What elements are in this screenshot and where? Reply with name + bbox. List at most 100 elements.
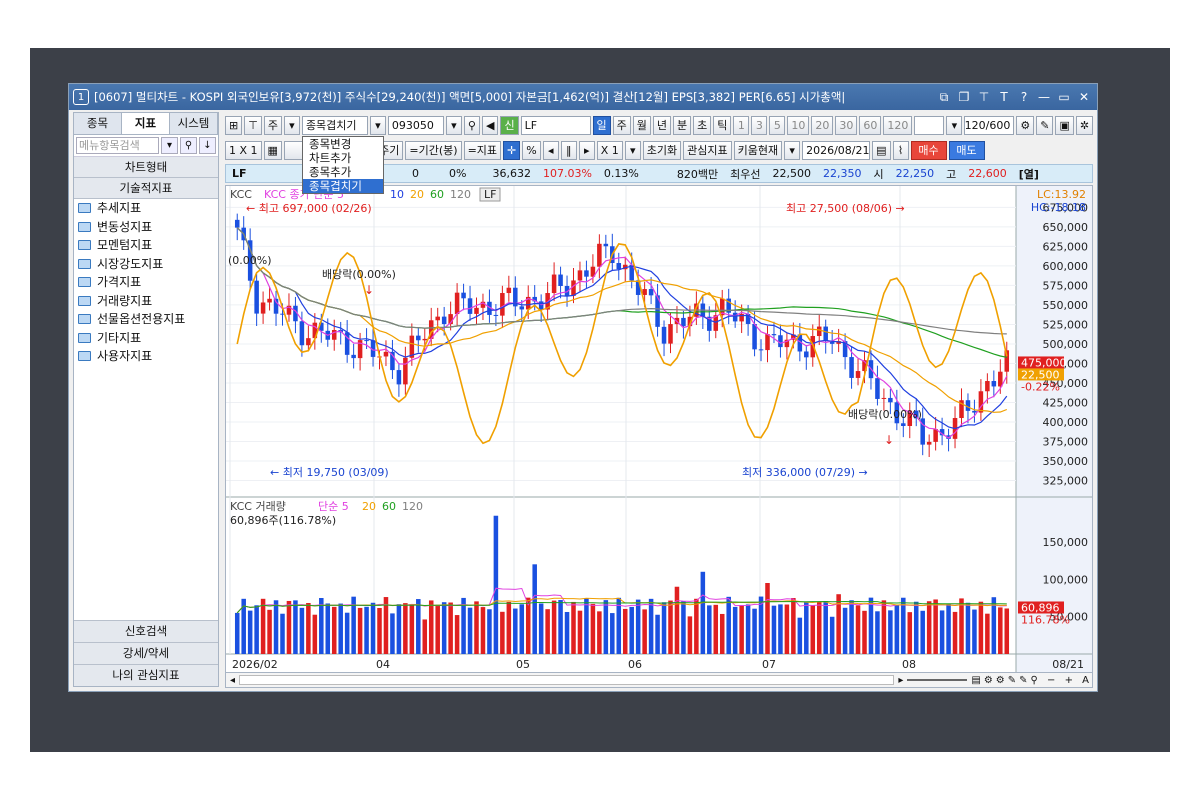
period-year[interactable]: 년 <box>652 115 672 135</box>
count-arrow-icon[interactable]: ▾ <box>946 115 963 135</box>
indicator-item[interactable]: 변동성지표 <box>74 218 218 237</box>
scroll-right-icon[interactable]: ▸ <box>898 675 903 686</box>
kiwoom-arrow-icon[interactable]: ▾ <box>784 140 801 160</box>
search-icon[interactable]: ⚲ <box>180 137 197 154</box>
interval-3[interactable]: 3 <box>751 115 768 135</box>
code-arrow-icon[interactable]: ▾ <box>445 115 462 135</box>
calendar-icon[interactable]: ▤ <box>872 140 891 160</box>
zoom-select[interactable]: X 1 <box>596 140 623 160</box>
volume-bar <box>403 603 408 654</box>
zoom-arrow-icon[interactable]: ▾ <box>624 140 641 160</box>
kiwoom-current-button[interactable]: 키움현재 <box>733 140 783 160</box>
my-indicators-button[interactable]: 나의 관심지표 <box>74 664 218 686</box>
chart-layout-icon[interactable]: ⊞ <box>225 115 243 135</box>
interval-60[interactable]: 60 <box>859 115 882 135</box>
indicator-item[interactable]: 사용자지표 <box>74 347 218 366</box>
dropdown-arrow-icon[interactable]: ▾ <box>161 137 178 154</box>
help-icon[interactable]: ? <box>1017 90 1031 105</box>
layout-select[interactable]: 1 X 1 <box>225 140 262 160</box>
indicator-item[interactable]: 모멘텀지표 <box>74 236 218 255</box>
settings-grid-icon[interactable]: ⚙ <box>1016 115 1035 135</box>
grid-icon[interactable]: ▦ <box>263 140 282 160</box>
dropdown-item-add-stock[interactable]: 종목추가 <box>303 165 383 179</box>
chart-area[interactable]: 675,000 650,000 625,000 600,000 575,000 550,0… <box>225 185 1093 675</box>
volume-legend: KCC 거래량 <box>230 500 286 513</box>
sell-button[interactable]: 매도 <box>948 140 985 160</box>
indicator-item[interactable]: 시장강도지표 <box>74 255 218 274</box>
crosshair-icon[interactable]: ✛ <box>503 140 521 160</box>
title-bar[interactable]: 1 [0607] 멀티차트 - KOSPI 외국인보유[3,972(천)] 주식… <box>69 84 1097 110</box>
signal-search-button[interactable]: 신호검색 <box>74 620 218 642</box>
overlay-tag: LF <box>484 188 496 201</box>
dropdown-item-change[interactable]: 종목변경 <box>303 137 383 151</box>
period-minute[interactable]: 분 <box>673 115 692 135</box>
down-arrow-icon[interactable]: ↓ <box>199 137 216 154</box>
combo-arrow-icon[interactable]: ▾ <box>369 115 386 135</box>
copy-icon[interactable]: ❐ <box>957 90 971 105</box>
menu-search-input[interactable]: 메뉴항목검색 <box>76 137 159 154</box>
indicator-item[interactable]: 거래량지표 <box>74 292 218 311</box>
pin-icon[interactable]: ⊤ <box>977 90 991 105</box>
interval-1[interactable]: 1 <box>733 115 750 135</box>
indicator-item[interactable]: 선물옵션전용지표 <box>74 310 218 329</box>
brush-icon[interactable]: ⌇ <box>892 140 909 160</box>
font-icon[interactable]: T <box>997 90 1011 105</box>
period-tick[interactable]: 틱 <box>713 115 732 135</box>
bar-count-input[interactable]: 120/600 <box>964 115 1015 135</box>
close-icon[interactable]: ✕ <box>1077 90 1091 105</box>
indicator-item[interactable]: 기타지표 <box>74 329 218 348</box>
reset-button[interactable]: 초기화 <box>642 140 682 160</box>
interval-120[interactable]: 120 <box>883 115 913 135</box>
next-icon[interactable]: ▸ <box>578 140 595 160</box>
stock-name-field[interactable]: LF <box>520 115 591 135</box>
prev-icon[interactable]: ◂ <box>542 140 559 160</box>
section-technical[interactable]: 기술적지표 <box>74 178 218 199</box>
percent-icon[interactable]: % <box>522 140 541 160</box>
scroll-track[interactable] <box>239 675 895 685</box>
section-chart-type[interactable]: 차트형태 <box>74 157 218 178</box>
stock-code-input[interactable]: 093050 <box>387 115 444 135</box>
volume-bar <box>551 600 557 654</box>
info-column-toggle[interactable]: [열] <box>1013 166 1045 182</box>
indicator-item[interactable]: 추세지표 <box>74 199 218 218</box>
period-month[interactable]: 월 <box>632 115 651 135</box>
interval-30[interactable]: 30 <box>835 115 858 135</box>
save-icon[interactable]: ▣ <box>1055 115 1074 135</box>
draw-tool-icon[interactable]: ✎ <box>1036 115 1054 135</box>
stock-action-combo[interactable]: 종목겹치기 <box>301 115 368 135</box>
sound-icon[interactable]: ◀︎ <box>481 115 499 135</box>
interval-custom-input[interactable] <box>914 115 945 135</box>
mode-select[interactable]: 주 <box>263 115 282 135</box>
search-icon[interactable]: ⚲ <box>463 115 480 135</box>
period-week[interactable]: 주 <box>612 115 631 135</box>
link-icon[interactable]: ⧉ <box>937 90 951 105</box>
gear-icon[interactable]: ✲ <box>1075 115 1094 135</box>
tool-icons[interactable]: ▤⚙⚙✎✎⚲ − + A <box>971 675 1092 686</box>
tab-stock[interactable]: 종목 <box>74 113 122 134</box>
maximize-icon[interactable]: ▭ <box>1057 90 1071 105</box>
interval-5[interactable]: 5 <box>769 115 786 135</box>
zoom-slider[interactable] <box>907 679 968 681</box>
indicator-item[interactable]: 가격지표 <box>74 273 218 292</box>
pin-toggle-icon[interactable]: ⊤ <box>244 115 262 135</box>
interval-10[interactable]: 10 <box>787 115 810 135</box>
indicator-button[interactable]: =지표 <box>463 140 502 160</box>
mode-arrow-icon[interactable]: ▾ <box>283 115 300 135</box>
range-button[interactable]: =기간(봉) <box>405 140 462 160</box>
tab-indicator[interactable]: 지표 <box>122 113 170 134</box>
new-badge[interactable]: 신 <box>500 115 519 135</box>
interval-20[interactable]: 20 <box>811 115 834 135</box>
date-input[interactable]: 2026/08/21 <box>802 140 871 160</box>
watch-indicator-button[interactable]: 관심지표 <box>683 140 732 160</box>
horizontal-scrollbar[interactable]: ◂ ▸ ▤⚙⚙✎✎⚲ − + A <box>225 672 1093 688</box>
minimize-icon[interactable]: — <box>1037 90 1051 105</box>
period-day[interactable]: 일 <box>592 115 611 135</box>
tab-system[interactable]: 시스템 <box>170 113 218 134</box>
buy-button[interactable]: 매수 <box>910 140 947 160</box>
strength-button[interactable]: 강세/약세 <box>74 642 218 664</box>
scroll-left-icon[interactable]: ◂ <box>230 675 235 686</box>
dropdown-item-overlay[interactable]: 종목겹치기 <box>303 179 383 193</box>
period-second[interactable]: 초 <box>693 115 712 135</box>
pause-icon[interactable]: ‖ <box>560 140 577 160</box>
dropdown-item-add-chart[interactable]: 차트추가 <box>303 151 383 165</box>
